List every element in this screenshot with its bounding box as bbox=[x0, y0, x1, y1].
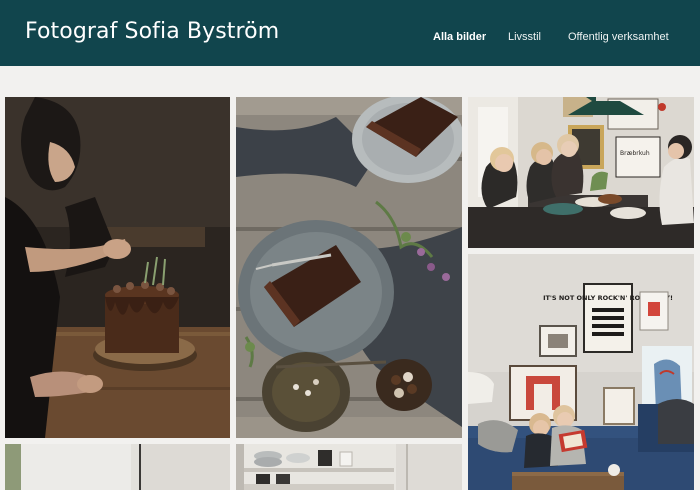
gallery-image-family-dinner[interactable]: Bræbrkuh bbox=[468, 97, 694, 248]
family-dinner-photo: Bræbrkuh bbox=[468, 97, 694, 248]
gallery-image-reading-sofa[interactable]: IT'S NOT ONLY ROCK'N' ROLL BABY! bbox=[468, 254, 694, 490]
interior-photo bbox=[5, 444, 230, 490]
reading-sofa-photo: IT'S NOT ONLY ROCK'N' ROLL BABY! bbox=[468, 254, 694, 490]
wall-sign-text: Bræbrkuh bbox=[620, 150, 650, 157]
main-nav: Alla bilder Livsstil Offentlig verksamhe… bbox=[0, 31, 700, 47]
gallery-image-interior[interactable] bbox=[5, 444, 230, 490]
gallery-image-cake-flatlay[interactable] bbox=[236, 97, 462, 438]
gallery-image-cake-decorating[interactable] bbox=[5, 97, 230, 438]
cake-flatlay-photo bbox=[236, 97, 462, 438]
gallery-image-kitchen-shelf[interactable] bbox=[236, 444, 462, 490]
nav-link-livsstil[interactable]: Livsstil bbox=[508, 31, 541, 43]
kitchen-shelf-photo bbox=[236, 444, 462, 490]
site-header: Fotograf Sofia Byström Alla bilder Livss… bbox=[0, 0, 700, 66]
cake-decorating-photo bbox=[5, 97, 230, 438]
nav-link-offentlig-verksamhet[interactable]: Offentlig verksamhet bbox=[568, 31, 669, 43]
nav-link-alla-bilder[interactable]: Alla bilder bbox=[433, 31, 486, 43]
